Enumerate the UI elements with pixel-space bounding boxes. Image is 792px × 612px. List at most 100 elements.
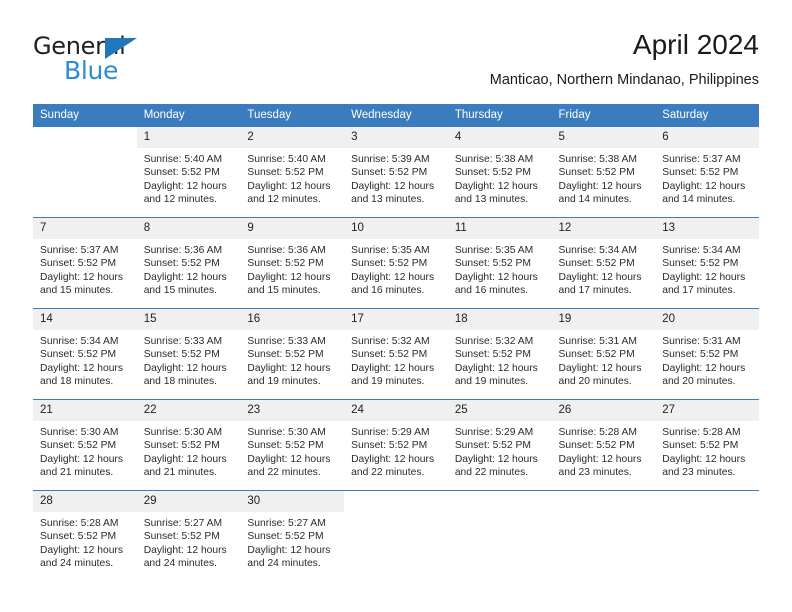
day-number: 8	[136, 218, 241, 239]
weekday-header-friday: Friday	[551, 104, 656, 127]
day-number: 11	[447, 218, 552, 239]
daylight-duration-line2: and 22 minutes.	[454, 466, 529, 478]
sunset-time: Sunset: 5:52 PM	[662, 440, 739, 452]
calendar-day-cell[interactable]: 29 Sunrise: 5:27 AM Sunset: 5:52 PM Dayligh…	[136, 490, 241, 581]
day-number: 7	[33, 218, 137, 239]
calendar-day-cell[interactable]: 7 Sunrise: 5:37 AM Sunset: 5:52 PM Daylight…	[33, 217, 137, 309]
daylight-duration-line1: Daylight: 12 hours	[143, 362, 227, 374]
daylight-duration-line2: and 14 minutes.	[662, 193, 736, 205]
day-details: Sunrise: 5:36 AM Sunset: 5:52 PM Daylight:…	[240, 239, 344, 297]
general-blue-logo: General Blue	[33, 32, 163, 88]
calendar-day-cell[interactable]: 9 Sunrise: 5:36 AM Sunset: 5:52 PM Daylight…	[240, 217, 345, 309]
calendar-day-cell[interactable]: 20 Sunrise: 5:31 AM Sunset: 5:52 PM Dayligh…	[655, 308, 759, 400]
daylight-duration-line1: Daylight: 12 hours	[247, 180, 331, 192]
calendar-day-cell[interactable]: 15 Sunrise: 5:33 AM Sunset: 5:52 PM Dayligh…	[136, 308, 241, 400]
sunset-time: Sunset: 5:52 PM	[143, 349, 220, 361]
sunset-time: Sunset: 5:52 PM	[662, 258, 739, 270]
sunrise-time: Sunrise: 5:36 AM	[143, 245, 223, 256]
calendar-day-cell[interactable]: 14 Sunrise: 5:34 AM Sunset: 5:52 PM Dayligh…	[33, 308, 137, 400]
page-subtitle: Manticao, Northern Mindanao, Philippines	[489, 72, 759, 88]
weekday-header-thursday: Thursday	[447, 104, 552, 127]
calendar-day-cell[interactable]: 19 Sunrise: 5:31 AM Sunset: 5:52 PM Dayligh…	[551, 308, 656, 400]
sunset-time: Sunset: 5:52 PM	[143, 167, 220, 179]
sunset-time: Sunset: 5:52 PM	[143, 531, 220, 543]
calendar-empty-cell	[33, 126, 137, 218]
calendar-day-cell[interactable]: 30 Sunrise: 5:27 AM Sunset: 5:52 PM Dayligh…	[240, 490, 345, 581]
calendar-day-cell[interactable]: 10 Sunrise: 5:35 AM Sunset: 5:52 PM Dayligh…	[344, 217, 448, 309]
sunset-time: Sunset: 5:52 PM	[558, 258, 635, 270]
calendar-day-cell[interactable]: 17 Sunrise: 5:32 AM Sunset: 5:52 PM Dayligh…	[344, 308, 448, 400]
calendar-day-cell[interactable]: 28 Sunrise: 5:28 AM Sunset: 5:52 PM Dayligh…	[33, 490, 137, 581]
sunrise-time: Sunrise: 5:30 AM	[40, 427, 119, 438]
calendar-day-cell[interactable]: 6 Sunrise: 5:37 AM Sunset: 5:52 PM Daylight…	[655, 126, 759, 218]
day-number: 3	[344, 127, 448, 148]
calendar-day-cell[interactable]: 26 Sunrise: 5:28 AM Sunset: 5:52 PM Dayligh…	[551, 399, 656, 491]
calendar-day-cell[interactable]: 24 Sunrise: 5:29 AM Sunset: 5:52 PM Dayligh…	[344, 399, 448, 491]
title-block: April 2024 Manticao, Northern Mindanao, …	[490, 28, 759, 90]
day-details: Sunrise: 5:28 AM Sunset: 5:52 PM Daylight:…	[552, 421, 656, 479]
day-details: Sunrise: 5:33 AM Sunset: 5:52 PM Daylight:…	[240, 330, 344, 388]
calendar-day-cell[interactable]: 1 Sunrise: 5:40 AM Sunset: 5:52 PM Daylight…	[136, 126, 241, 218]
daylight-duration-line1: Daylight: 12 hours	[40, 453, 123, 465]
day-details: Sunrise: 5:35 AM Sunset: 5:52 PM Daylight:…	[344, 239, 448, 297]
daylight-duration-line1: Daylight: 12 hours	[40, 544, 123, 556]
calendar-day-cell[interactable]: 2 Sunrise: 5:40 AM Sunset: 5:52 PM Daylight…	[240, 126, 345, 218]
sunset-time: Sunset: 5:52 PM	[247, 167, 324, 179]
sunset-time: Sunset: 5:52 PM	[143, 440, 220, 452]
daylight-duration-line2: and 16 minutes.	[454, 284, 529, 296]
sunrise-time: Sunrise: 5:28 AM	[662, 427, 741, 438]
calendar-day-cell[interactable]: 4 Sunrise: 5:38 AM Sunset: 5:52 PM Daylight…	[447, 126, 552, 218]
sunrise-time: Sunrise: 5:35 AM	[454, 245, 534, 256]
day-details: Sunrise: 5:35 AM Sunset: 5:52 PM Daylight:…	[448, 239, 552, 297]
daylight-duration-line2: and 22 minutes.	[351, 466, 425, 478]
daylight-duration-line2: and 17 minutes.	[558, 284, 632, 296]
sunrise-time: Sunrise: 5:28 AM	[40, 518, 119, 529]
sunset-time: Sunset: 5:52 PM	[40, 440, 117, 452]
sunrise-time: Sunrise: 5:33 AM	[247, 336, 326, 347]
calendar-empty-cell	[447, 490, 552, 581]
page-title: April 2024	[632, 29, 759, 60]
calendar-day-cell[interactable]: 27 Sunrise: 5:28 AM Sunset: 5:52 PM Dayligh…	[655, 399, 759, 491]
calendar-day-cell[interactable]: 21 Sunrise: 5:30 AM Sunset: 5:52 PM Dayligh…	[33, 399, 137, 491]
calendar-day-cell[interactable]: 13 Sunrise: 5:34 AM Sunset: 5:52 PM Dayligh…	[655, 217, 759, 309]
daylight-duration-line2: and 17 minutes.	[662, 284, 736, 296]
calendar-day-cell[interactable]: 8 Sunrise: 5:36 AM Sunset: 5:52 PM Daylight…	[136, 217, 241, 309]
day-number: 6	[655, 127, 759, 148]
calendar-week-row: 28 Sunrise: 5:28 AM Sunset: 5:52 PM Dayligh…	[33, 490, 759, 581]
calendar-day-cell[interactable]: 22 Sunrise: 5:30 AM Sunset: 5:52 PM Dayligh…	[136, 399, 241, 491]
sunset-time: Sunset: 5:52 PM	[351, 167, 428, 179]
weekday-header-sunday: Sunday	[33, 104, 137, 127]
weekday-header-monday: Monday	[136, 104, 241, 127]
daylight-duration-line2: and 20 minutes.	[662, 375, 736, 387]
day-number: 23	[240, 400, 345, 421]
calendar-week-row: 21 Sunrise: 5:30 AM Sunset: 5:52 PM Dayligh…	[33, 399, 759, 491]
day-details: Sunrise: 5:31 AM Sunset: 5:52 PM Daylight:…	[552, 330, 656, 388]
daylight-duration-line1: Daylight: 12 hours	[40, 362, 123, 374]
daylight-duration-line1: Daylight: 12 hours	[351, 453, 435, 465]
day-number: 10	[344, 218, 448, 239]
sunset-time: Sunset: 5:52 PM	[558, 440, 635, 452]
calendar-day-cell[interactable]: 23 Sunrise: 5:30 AM Sunset: 5:52 PM Dayligh…	[240, 399, 345, 491]
calendar-day-cell[interactable]: 5 Sunrise: 5:38 AM Sunset: 5:52 PM Daylight…	[551, 126, 656, 218]
sunrise-time: Sunrise: 5:30 AM	[143, 427, 223, 438]
daylight-duration-line2: and 12 minutes.	[247, 193, 321, 205]
calendar-day-cell[interactable]: 3 Sunrise: 5:39 AM Sunset: 5:52 PM Daylight…	[344, 126, 448, 218]
daylight-duration-line1: Daylight: 12 hours	[143, 453, 227, 465]
sunrise-time: Sunrise: 5:27 AM	[247, 518, 326, 529]
daylight-duration-line2: and 23 minutes.	[558, 466, 632, 478]
day-details: Sunrise: 5:27 AM Sunset: 5:52 PM Daylight:…	[240, 512, 344, 570]
day-details: Sunrise: 5:40 AM Sunset: 5:52 PM Daylight:…	[137, 148, 241, 206]
calendar-day-cell[interactable]: 12 Sunrise: 5:34 AM Sunset: 5:52 PM Dayligh…	[551, 217, 656, 309]
calendar-day-cell[interactable]: 16 Sunrise: 5:33 AM Sunset: 5:52 PM Dayligh…	[240, 308, 345, 400]
daylight-duration-line1: Daylight: 12 hours	[351, 271, 435, 283]
daylight-duration-line1: Daylight: 12 hours	[662, 271, 746, 283]
calendar-day-cell[interactable]: 11 Sunrise: 5:35 AM Sunset: 5:52 PM Dayligh…	[447, 217, 552, 309]
daylight-duration-line1: Daylight: 12 hours	[662, 362, 746, 374]
calendar-day-cell[interactable]: 25 Sunrise: 5:29 AM Sunset: 5:52 PM Dayligh…	[447, 399, 552, 491]
day-number: 21	[33, 400, 137, 421]
calendar-day-cell[interactable]: 18 Sunrise: 5:32 AM Sunset: 5:52 PM Dayligh…	[447, 308, 552, 400]
day-number: 2	[240, 127, 345, 148]
daylight-duration-line1: Daylight: 12 hours	[143, 544, 227, 556]
day-number: 9	[240, 218, 345, 239]
logo-text-blue: Blue	[64, 56, 119, 85]
